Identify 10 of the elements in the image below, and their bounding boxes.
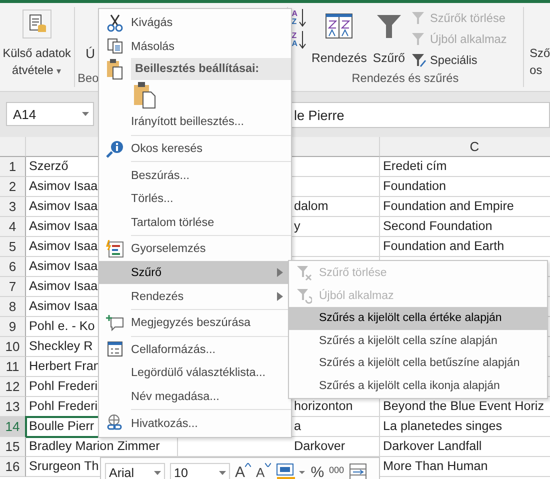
table-cell: Eredeti cím [380,157,550,177]
group-label: Rendezés és szűrés [352,71,459,85]
group-label: Beo [78,71,99,85]
table-cell: Foundation [380,177,550,197]
table-cell: Second Foundation [380,217,550,237]
menu-section-header: Beillesztés beállításai: [131,58,291,80]
table-cell: Darkover Landfall [380,437,550,457]
table-cell: Foundation and Earth [380,237,550,257]
table-cell: La planetedes singes [380,417,550,437]
table-cell: Foundation and Empire [380,197,550,217]
